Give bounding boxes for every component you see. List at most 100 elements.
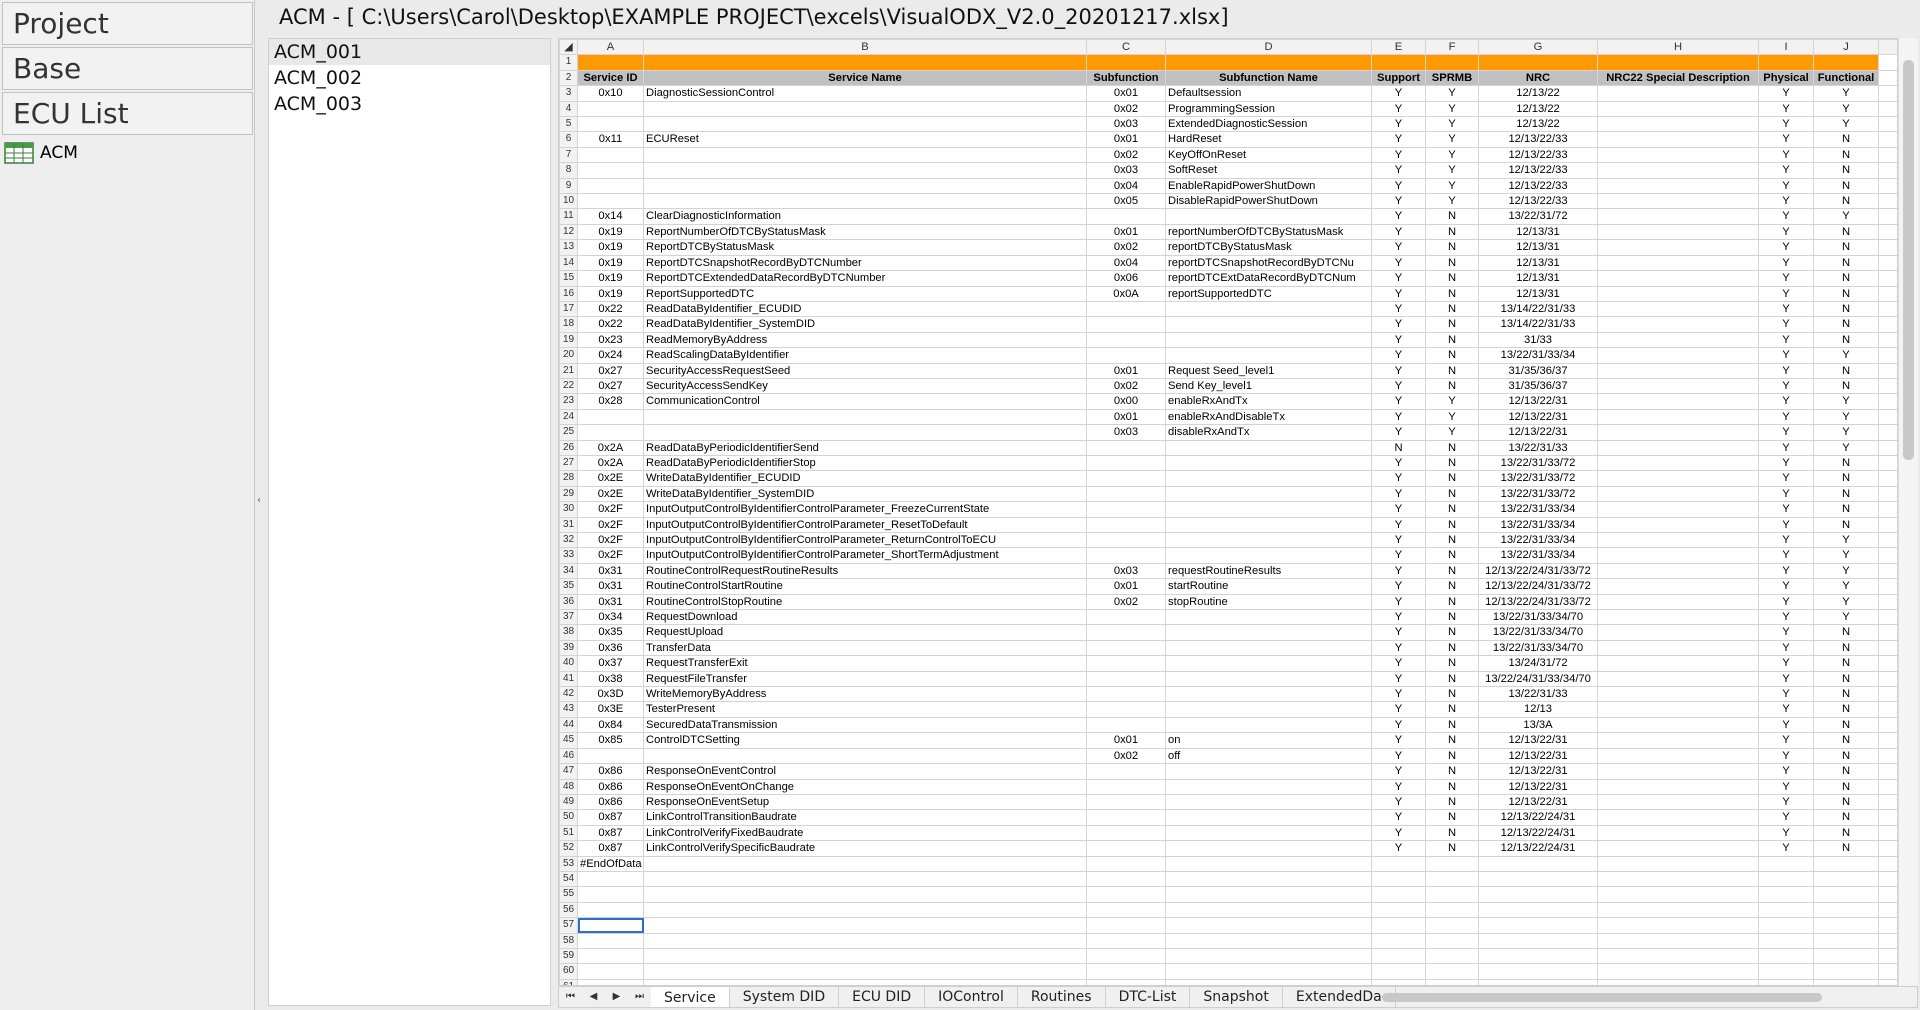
- grid-cell[interactable]: 0x87: [577, 824, 644, 842]
- grid-cell[interactable]: 13/22/31/33/34: [1478, 547, 1598, 564]
- grid-cell[interactable]: [1878, 824, 1897, 842]
- grid-cell[interactable]: N: [1813, 732, 1879, 749]
- grid-cell[interactable]: [1086, 485, 1166, 503]
- grid-cell[interactable]: Y: [1758, 85, 1814, 102]
- grid-cell[interactable]: Y: [1371, 516, 1426, 534]
- grid-cell[interactable]: 13/22/31/33/72: [1478, 454, 1598, 472]
- grid-cell[interactable]: Y: [1425, 177, 1479, 195]
- grid-cell[interactable]: Y: [1371, 716, 1426, 734]
- grid-cell[interactable]: Y: [1813, 531, 1879, 549]
- grid-cell[interactable]: [1478, 963, 1598, 980]
- grid-cell[interactable]: [1086, 439, 1166, 456]
- grid-cell[interactable]: reportNumberOfDTCByStatusMask: [1165, 223, 1372, 241]
- grid-cell[interactable]: 0x02: [1086, 239, 1166, 256]
- grid-cell[interactable]: ProgrammingSession: [1165, 100, 1372, 118]
- grid-cell[interactable]: [1086, 516, 1166, 534]
- grid-cell[interactable]: [1597, 331, 1759, 349]
- grid-cell[interactable]: [1165, 547, 1372, 564]
- grid-cell[interactable]: N: [1425, 454, 1479, 472]
- prev-tab-button[interactable]: ◀: [582, 987, 605, 1007]
- grid-cell[interactable]: reportDTCSnapshotRecordByDTCNu: [1165, 254, 1372, 272]
- grid-cell[interactable]: 0x02: [1086, 593, 1166, 611]
- grid-cell[interactable]: 12/13/31: [1478, 239, 1598, 256]
- grid-cell[interactable]: [1597, 886, 1759, 903]
- grid-cell[interactable]: 0x04: [1086, 254, 1166, 272]
- grid-cell[interactable]: 13/24/31/72: [1478, 655, 1598, 672]
- grid-cell[interactable]: Functional: [1813, 69, 1879, 87]
- grid-cell[interactable]: [1165, 701, 1372, 718]
- grid-cell[interactable]: Y: [1758, 593, 1814, 611]
- grid-cell[interactable]: [1086, 886, 1166, 903]
- grid-cell[interactable]: [1165, 54, 1372, 71]
- grid-cell[interactable]: Y: [1758, 146, 1814, 164]
- tab-iocontrol[interactable]: IOControl: [925, 987, 1018, 1007]
- grid-cell[interactable]: [1878, 131, 1897, 148]
- grid-cell[interactable]: ClearDiagnosticInformation: [643, 208, 1087, 225]
- grid-cell[interactable]: Y: [1371, 208, 1426, 225]
- grid-cell[interactable]: Y: [1371, 177, 1426, 195]
- grid-cell[interactable]: Y: [1425, 116, 1479, 133]
- grid-cell[interactable]: [1597, 562, 1759, 580]
- grid-cell[interactable]: [1165, 763, 1372, 780]
- grid-cell[interactable]: [1878, 69, 1897, 87]
- grid-cell[interactable]: Y: [1758, 285, 1814, 302]
- row-number[interactable]: 14: [559, 254, 578, 272]
- grid-cell[interactable]: Y: [1371, 162, 1426, 179]
- grid-cell[interactable]: [1878, 470, 1897, 487]
- grid-cell[interactable]: [1165, 501, 1372, 518]
- grid-cell[interactable]: [1758, 963, 1814, 980]
- grid-cell[interactable]: N: [1425, 347, 1479, 364]
- grid-cell[interactable]: Subfunction: [1086, 69, 1166, 87]
- sheet-item-acm-002[interactable]: ACM_002: [269, 65, 550, 91]
- grid-cell[interactable]: [577, 408, 644, 426]
- grid-cell[interactable]: [1086, 793, 1166, 811]
- grid-cell[interactable]: [1165, 870, 1372, 888]
- vertical-scrollbar[interactable]: [1898, 38, 1918, 986]
- grid-cell[interactable]: [1086, 686, 1166, 703]
- row-number[interactable]: 36: [559, 593, 578, 611]
- grid-cell[interactable]: ReportDTCByStatusMask: [643, 239, 1087, 256]
- grid-cell[interactable]: startRoutine: [1165, 578, 1372, 595]
- grid-cell[interactable]: [643, 932, 1087, 949]
- grid-cell[interactable]: Subfunction Name: [1165, 69, 1372, 87]
- grid-cell[interactable]: [1597, 485, 1759, 503]
- grid-cell[interactable]: InputOutputControlByIdentifierControlPar…: [643, 516, 1087, 534]
- grid-cell[interactable]: [1371, 947, 1426, 965]
- grid-cell[interactable]: 12/13/22: [1478, 85, 1598, 102]
- grid-cell[interactable]: [1597, 593, 1759, 611]
- grid-cell[interactable]: [1165, 840, 1372, 857]
- grid-cell[interactable]: ResponseOnEventSetup: [643, 793, 1087, 811]
- grid-cell[interactable]: [1165, 932, 1372, 949]
- grid-cell[interactable]: [1425, 978, 1479, 985]
- grid-cell[interactable]: [577, 870, 644, 888]
- grid-cell[interactable]: RequestFileTransfer: [643, 670, 1087, 688]
- row-number[interactable]: 16: [559, 285, 578, 302]
- grid-cell[interactable]: RequestUpload: [643, 624, 1087, 641]
- grid-cell[interactable]: [1086, 901, 1166, 919]
- grid-cell[interactable]: [1878, 716, 1897, 734]
- grid-cell[interactable]: 0x02: [1086, 747, 1166, 765]
- grid-cell[interactable]: CommunicationControl: [643, 393, 1087, 410]
- grid-cell[interactable]: 0x3D: [577, 686, 644, 703]
- grid-cell[interactable]: 0x22: [577, 316, 644, 333]
- grid-cell[interactable]: 0x28: [577, 393, 644, 410]
- grid-cell[interactable]: stopRoutine: [1165, 593, 1372, 611]
- grid-cell[interactable]: [1878, 901, 1897, 919]
- grid-cell[interactable]: 12/13/22/24/31/33/72: [1478, 593, 1598, 611]
- grid-cell[interactable]: 12/13/31: [1478, 270, 1598, 287]
- grid-cell[interactable]: [1086, 963, 1166, 980]
- grid-cell[interactable]: enableRxAndDisableTx: [1165, 408, 1372, 426]
- grid-cell[interactable]: [1086, 947, 1166, 965]
- tab-routines[interactable]: Routines: [1018, 987, 1106, 1007]
- grid-cell[interactable]: [1878, 655, 1897, 672]
- grid-cell[interactable]: ReportNumberOfDTCByStatusMask: [643, 223, 1087, 241]
- grid-cell[interactable]: 0x01: [1086, 408, 1166, 426]
- grid-cell[interactable]: Y: [1371, 547, 1426, 564]
- grid-cell[interactable]: [1597, 316, 1759, 333]
- grid-cell[interactable]: [1597, 609, 1759, 626]
- grid-cell[interactable]: [1597, 131, 1759, 148]
- grid-cell[interactable]: [577, 177, 644, 195]
- grid-cell[interactable]: 0x34: [577, 609, 644, 626]
- grid-cell[interactable]: [1597, 193, 1759, 210]
- grid-cell[interactable]: 12/13/22/31: [1478, 778, 1598, 795]
